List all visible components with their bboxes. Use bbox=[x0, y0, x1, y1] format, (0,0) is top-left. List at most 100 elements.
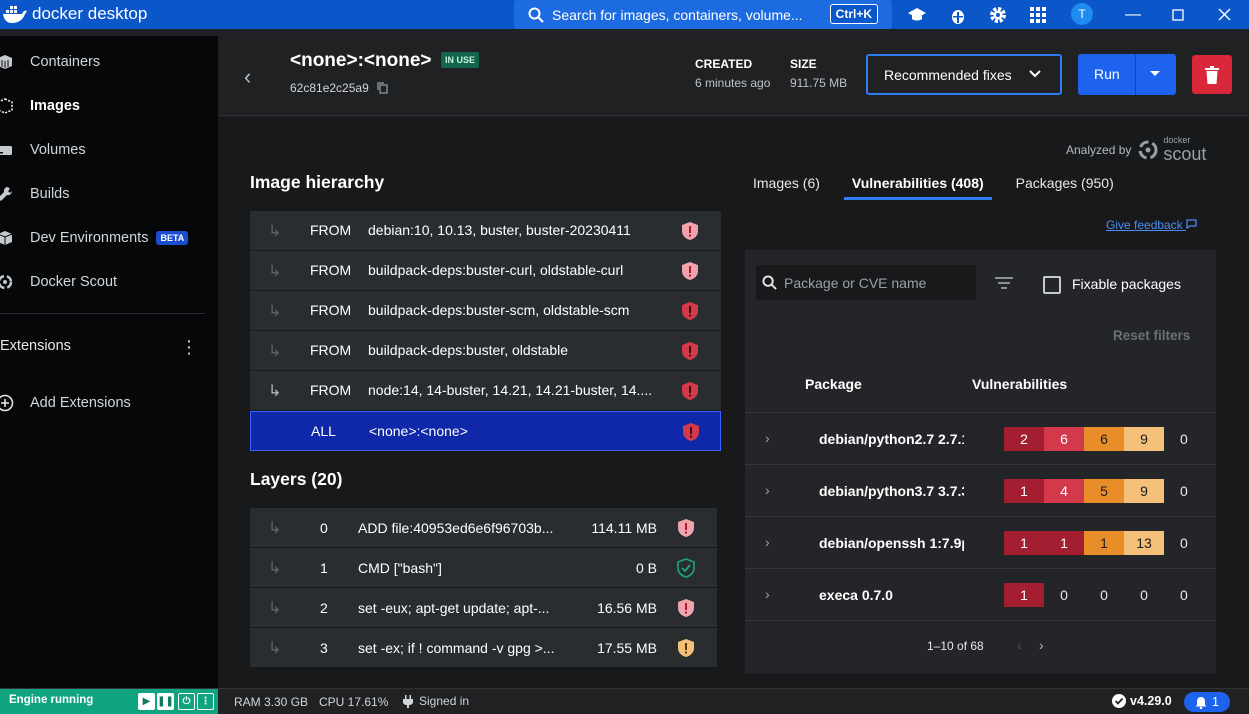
run-options-caret-icon[interactable] bbox=[1148, 66, 1162, 80]
layer-row[interactable]: ↳ 0 ADD file:40953ed6e6f96703b... 114.11… bbox=[250, 508, 717, 548]
pagination-range: 1–10 of 68 bbox=[927, 639, 984, 653]
hierarchy-name: buildpack-deps:buster-curl, oldstable-cu… bbox=[368, 262, 624, 278]
high-count: 6 bbox=[1044, 427, 1084, 451]
close-icon[interactable] bbox=[1201, 0, 1247, 29]
expand-chevron-icon[interactable]: › bbox=[765, 534, 770, 550]
hierarchy-kind: FROM bbox=[310, 382, 352, 398]
layer-size: 17.55 MB bbox=[597, 640, 657, 656]
reset-filters-button[interactable]: Reset filters bbox=[1113, 328, 1190, 343]
sidebar-item-label: Containers bbox=[30, 54, 101, 70]
bell-icon bbox=[1195, 696, 1207, 709]
recommended-fixes-label: Recommended fixes bbox=[884, 66, 1012, 83]
hierarchy-name: buildpack-deps:buster-scm, oldstable-scm bbox=[368, 302, 630, 318]
tab-packages[interactable]: Packages (950) bbox=[1008, 166, 1122, 200]
notifications-button[interactable]: 1 bbox=[1184, 692, 1230, 712]
unspecified-count: 0 bbox=[1180, 535, 1188, 551]
vuln-table-row[interactable]: › execa 0.7.0 1 0 0 0 0 bbox=[745, 569, 1216, 621]
title-bar: docker desktop Search for images, contai… bbox=[0, 0, 1249, 29]
package-name: debian/openssh 1:7.9p bbox=[819, 535, 964, 551]
next-page-icon[interactable]: › bbox=[1039, 637, 1044, 653]
copy-icon[interactable] bbox=[377, 82, 388, 94]
delete-button[interactable] bbox=[1192, 55, 1232, 94]
vuln-table-row[interactable]: › debian/python2.7 2.7.1 2 6 6 9 0 bbox=[745, 413, 1216, 465]
filter-icon[interactable] bbox=[995, 276, 1013, 290]
learning-center-icon[interactable] bbox=[907, 5, 927, 25]
scout-logo-big: scout bbox=[1163, 144, 1207, 164]
user-avatar[interactable]: T bbox=[1071, 3, 1093, 25]
docker-logo: docker desktop bbox=[2, 4, 147, 24]
layers-list: ↳ 0 ADD file:40953ed6e6f96703b... 114.11… bbox=[250, 508, 717, 668]
minimize-icon[interactable]: — bbox=[1110, 0, 1156, 29]
engine-play-icon[interactable]: ▶ bbox=[138, 693, 155, 710]
hierarchy-row[interactable]: ↳ FROM buildpack-deps:buster-curl, oldst… bbox=[250, 251, 721, 291]
search-shortcut: Ctrl+K bbox=[829, 4, 878, 24]
tab-images[interactable]: Images (6) bbox=[745, 166, 828, 200]
layer-arrow-icon: ↳ bbox=[268, 560, 282, 577]
vuln-shield-critical-icon bbox=[682, 342, 698, 360]
vuln-shield-critical-icon bbox=[683, 423, 699, 441]
search-icon bbox=[528, 7, 544, 23]
layer-index: 0 bbox=[320, 520, 328, 536]
vuln-table-row[interactable]: › debian/python3.7 3.7.3 1 4 5 9 0 bbox=[745, 465, 1216, 517]
sign-in-status[interactable]: Signed in bbox=[403, 694, 469, 708]
layer-row[interactable]: ↳ 2 set -eux; apt-get update; apt-... 16… bbox=[250, 588, 717, 628]
hierarchy-row[interactable]: ↳ FROM debian:10, 10.13, buster, buster-… bbox=[250, 211, 721, 251]
hierarchy-name: buildpack-deps:buster, oldstable bbox=[368, 342, 569, 358]
package-search-input[interactable]: Package or CVE name bbox=[756, 265, 976, 300]
expand-chevron-icon[interactable]: › bbox=[765, 430, 770, 446]
medium-count: 6 bbox=[1084, 427, 1124, 451]
run-button[interactable]: Run bbox=[1078, 54, 1176, 95]
unspecified-count: 0 bbox=[1180, 587, 1188, 603]
unspecified-count: 0 bbox=[1180, 483, 1188, 499]
vuln-table-row[interactable]: › debian/openssh 1:7.9p 1 1 1 13 0 bbox=[745, 517, 1216, 569]
sidebar-item-builds[interactable]: Builds bbox=[0, 176, 218, 212]
back-chevron-icon[interactable]: ‹ bbox=[244, 64, 251, 90]
plug-icon bbox=[403, 694, 413, 708]
extensions-more-icon[interactable]: ⋮ bbox=[180, 338, 198, 356]
tab-vulnerabilities[interactable]: Vulnerabilities (408) bbox=[843, 166, 992, 200]
severity-chips: 1 0 0 0 bbox=[1004, 583, 1164, 607]
layer-row[interactable]: ↳ 3 set -ex; if ! command -v gpg >... 17… bbox=[250, 628, 717, 668]
settings-gear-icon[interactable] bbox=[988, 5, 1008, 25]
engine-status: Engine running ▶ ❚❚ ⏻ ⋮ bbox=[0, 689, 218, 714]
package-search-placeholder: Package or CVE name bbox=[784, 274, 927, 291]
sidebar-item-volumes[interactable]: Volumes bbox=[0, 132, 218, 168]
engine-power-icon[interactable]: ⏻ bbox=[178, 693, 195, 710]
sidebar-item-dev-environments[interactable]: Dev Environments BETA bbox=[0, 220, 218, 256]
hierarchy-row[interactable]: ↳ FROM buildpack-deps:buster, oldstable bbox=[250, 331, 721, 371]
layer-command: CMD ["bash"] bbox=[358, 560, 442, 576]
extensions-grid-icon[interactable] bbox=[1028, 5, 1048, 25]
image-id-value: 62c81e2c25a9 bbox=[290, 81, 369, 95]
version-info[interactable]: v4.29.0 bbox=[1112, 694, 1172, 708]
engine-pause-icon[interactable]: ❚❚ bbox=[157, 693, 174, 710]
hierarchy-name: debian:10, 10.13, buster, buster-2023041… bbox=[368, 222, 631, 238]
maximize-icon[interactable] bbox=[1155, 0, 1201, 29]
search-icon bbox=[762, 275, 777, 290]
global-search[interactable]: Search for images, containers, volume...… bbox=[514, 0, 892, 29]
add-extensions-button[interactable]: Add Extensions bbox=[0, 385, 218, 421]
expand-chevron-icon[interactable]: › bbox=[765, 482, 770, 498]
sidebar-item-docker-scout[interactable]: Docker Scout bbox=[0, 264, 218, 300]
vuln-shield-critical-icon bbox=[682, 302, 698, 320]
analysis-tabs: Images (6) Vulnerabilities (408) Package… bbox=[745, 166, 1138, 202]
prev-page-icon[interactable]: ‹ bbox=[1017, 637, 1022, 653]
fixable-packages-checkbox[interactable] bbox=[1043, 276, 1061, 294]
expand-chevron-icon[interactable]: › bbox=[765, 586, 770, 602]
layer-arrow-icon: ↳ bbox=[268, 520, 282, 537]
layers-title: Layers (20) bbox=[250, 469, 343, 489]
troubleshoot-bug-icon[interactable] bbox=[948, 5, 968, 25]
image-hierarchy-list: ↳ FROM debian:10, 10.13, buster, buster-… bbox=[250, 211, 721, 451]
column-header-package[interactable]: Package bbox=[805, 376, 862, 392]
layer-row[interactable]: ↳ 1 CMD ["bash"] 0 B bbox=[250, 548, 717, 588]
give-feedback-link[interactable]: Give feedback bbox=[1106, 218, 1197, 232]
engine-more-icon[interactable]: ⋮ bbox=[197, 693, 214, 710]
recommended-fixes-button[interactable]: Recommended fixes bbox=[866, 54, 1062, 95]
vuln-shield-critical-icon bbox=[678, 599, 694, 617]
column-header-vulnerabilities[interactable]: Vulnerabilities bbox=[972, 376, 1067, 392]
layer-arrow-icon: ↳ bbox=[268, 640, 282, 657]
hierarchy-row[interactable]: ↳ FROM node:14, 14-buster, 14.21, 14.21-… bbox=[250, 371, 721, 411]
sidebar-item-containers[interactable]: Containers bbox=[0, 44, 218, 80]
sidebar-item-images[interactable]: Images bbox=[0, 88, 218, 124]
hierarchy-row[interactable]: ↳ FROM buildpack-deps:buster-scm, oldsta… bbox=[250, 291, 721, 331]
hierarchy-row-selected[interactable]: ALL <none>:<none> bbox=[250, 411, 721, 451]
